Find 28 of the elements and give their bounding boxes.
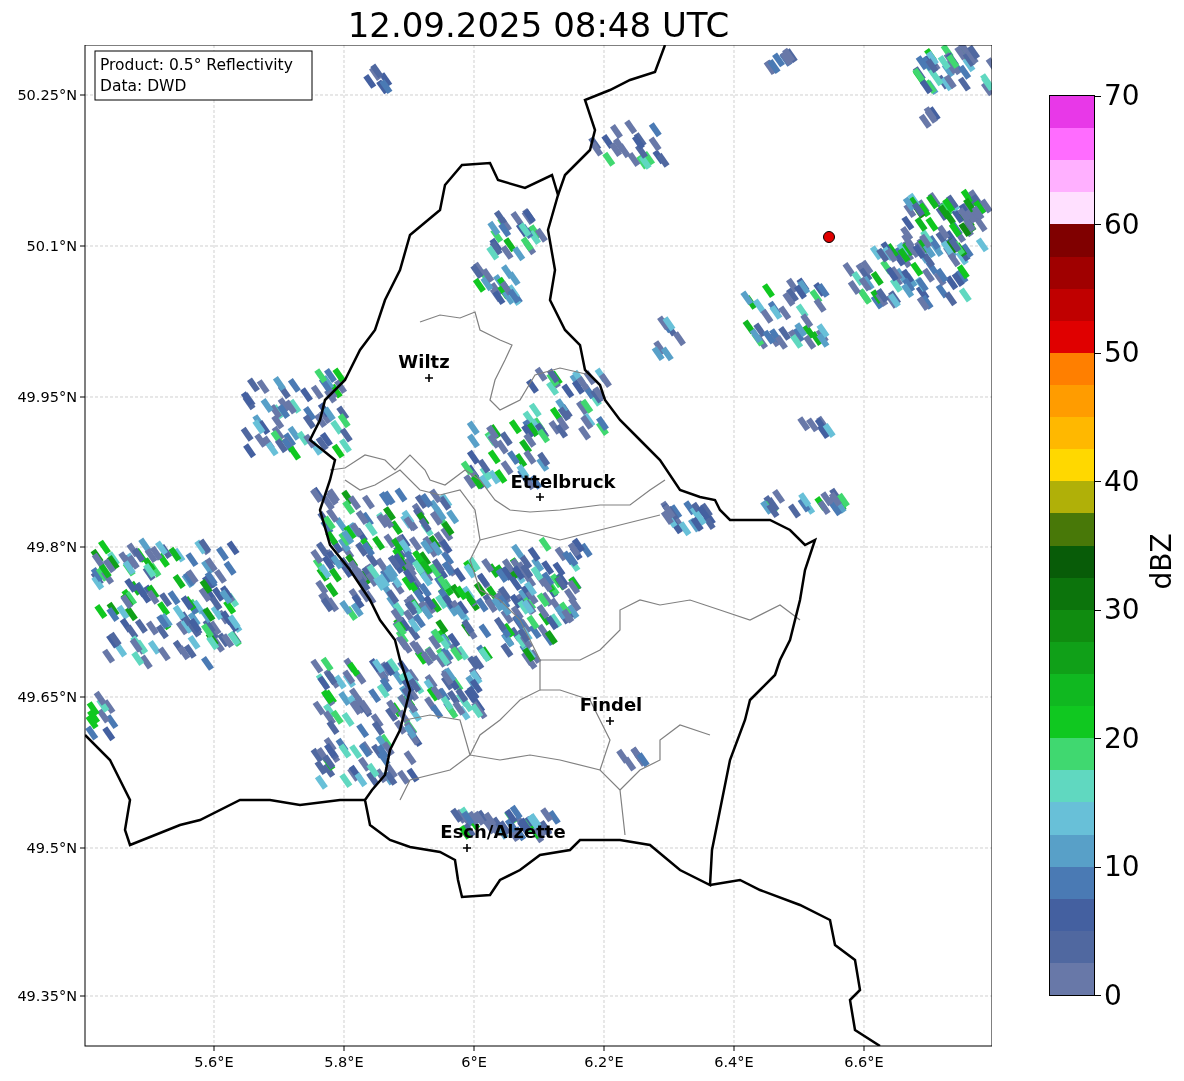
city-label: Findel [579, 694, 643, 715]
colorbar-tick-label: 70 [1104, 81, 1140, 111]
latitude-label: 49.65°N [17, 689, 77, 705]
latitude-label: 49.35°N [17, 988, 77, 1004]
longitude-label: 6.4°E [714, 1054, 754, 1070]
colorbar-tick-label: 0 [1104, 980, 1122, 1011]
longitude-label: 6.6°E [844, 1054, 884, 1070]
colorbar-label: dBZ [1144, 532, 1178, 590]
city-label: Wiltz [398, 351, 450, 372]
longitude-label: 6°E [461, 1054, 487, 1070]
info-text: Data: DWD [100, 77, 187, 95]
colorbar-tick-label: 40 [1104, 466, 1140, 497]
info-text: Product: 0.5° Reflectivity [100, 56, 293, 74]
colorbar-tick-label: 50 [1104, 338, 1140, 369]
longitude-label: 5.8°E [324, 1054, 364, 1070]
colorbar-tick-label: 60 [1104, 209, 1140, 240]
chart-title: 12.09.2025 08:48 UTC [347, 5, 730, 45]
colorbar-tick-label: 30 [1104, 595, 1140, 626]
longitude-label: 6.2°E [584, 1054, 624, 1070]
latitude-label: 50.1°N [26, 238, 77, 254]
colorbar-tick-label: 20 [1104, 723, 1140, 754]
latitude-label: 49.8°N [26, 539, 77, 555]
latitude-label: 49.5°N [26, 840, 77, 856]
latitude-label: 50.25°N [17, 87, 77, 103]
city-label: Esch/Alzette [440, 821, 566, 842]
latitude-label: 49.95°N [17, 389, 77, 405]
longitude-label: 5.6°E [194, 1054, 234, 1070]
colorbar-tick-label: 10 [1104, 852, 1140, 883]
